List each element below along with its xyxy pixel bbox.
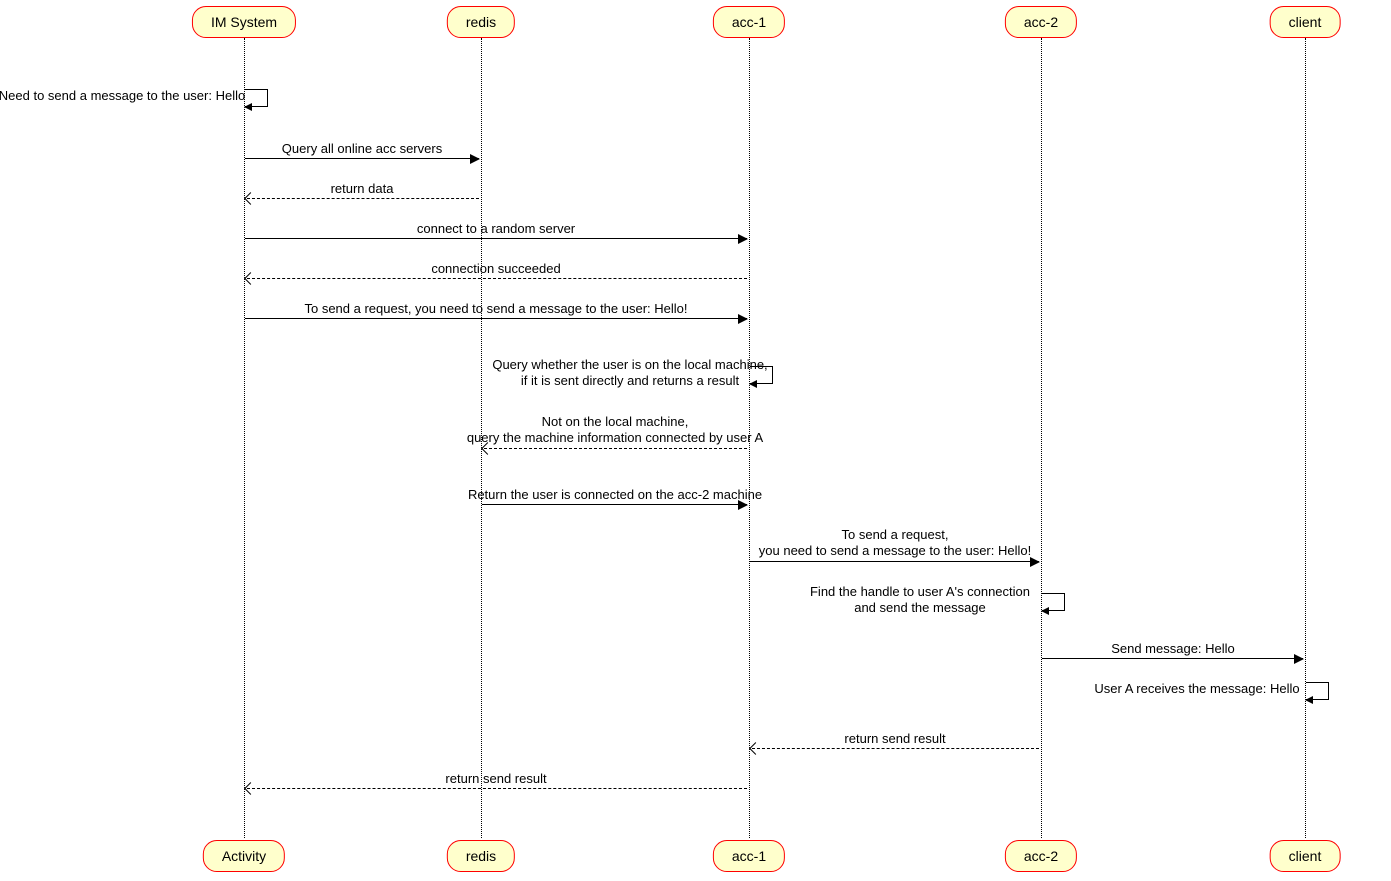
self-loop-m10 xyxy=(1042,593,1065,611)
self-loop-m12 xyxy=(1306,682,1329,700)
arrow-m7 xyxy=(484,448,747,449)
msg-not-local-l2: query the machine information connected … xyxy=(467,430,763,445)
msg-find-handle-l2: and send the message xyxy=(854,600,986,615)
msg-forward-l1: To send a request, xyxy=(842,527,949,542)
msg-find-handle-l1: Find the handle to user A's connection xyxy=(810,584,1030,599)
msg-query-local-l1: Query whether the user is on the local m… xyxy=(492,357,767,372)
msg-return-data: return data xyxy=(331,181,394,197)
msg-send-request-hello: To send a request, you need to send a me… xyxy=(304,301,687,317)
arrow-m11 xyxy=(1042,658,1303,659)
msg-connection-succeeded: connection succeeded xyxy=(431,261,560,277)
msg-query-online-servers: Query all online acc servers xyxy=(282,141,442,157)
msg-user-on-acc2: Return the user is connected on the acc-… xyxy=(468,487,762,503)
self-loop-m6 xyxy=(750,366,773,384)
participant-redis-bottom: redis xyxy=(447,840,515,872)
participant-acc2-bottom: acc-2 xyxy=(1005,840,1077,872)
arrow-m9 xyxy=(750,561,1039,562)
msg-connect-random: connect to a random server xyxy=(417,221,575,237)
msg-not-local-l1: Not on the local machine, xyxy=(542,414,689,429)
participant-client-bottom: client xyxy=(1270,840,1341,872)
arrow-m8 xyxy=(482,504,747,505)
participant-acc1-top: acc-1 xyxy=(713,6,785,38)
msg-find-handle: Find the handle to user A's connection a… xyxy=(810,584,1030,617)
self-loop-m0 xyxy=(245,89,268,107)
participant-im-system-top: IM System xyxy=(192,6,296,38)
msg-send-hello-client: Send message: Hello xyxy=(1111,641,1235,657)
msg-forward-request: To send a request, you need to send a me… xyxy=(759,527,1031,560)
participant-acc2-top: acc-2 xyxy=(1005,6,1077,38)
participant-client-top: client xyxy=(1270,6,1341,38)
msg-query-local-l2: if it is sent directly and returns a res… xyxy=(521,373,739,388)
msg-need-send-hello: Need to send a message to the user: Hell… xyxy=(0,88,245,104)
arrow-m3 xyxy=(245,238,747,239)
msg-return-result-1: return send result xyxy=(844,731,945,747)
lifeline-client xyxy=(1305,38,1306,838)
participant-redis-top: redis xyxy=(447,6,515,38)
msg-not-local-query: Not on the local machine, query the mach… xyxy=(467,414,763,447)
sequence-diagram: IM System redis acc-1 acc-2 client Activ… xyxy=(0,0,1391,881)
msg-forward-l2: you need to send a message to the user: … xyxy=(759,543,1031,558)
arrow-m14 xyxy=(247,788,747,789)
arrow-m13 xyxy=(752,748,1039,749)
arrow-m4 xyxy=(247,278,747,279)
arrow-m1 xyxy=(245,158,479,159)
msg-return-result-2: return send result xyxy=(445,771,546,787)
msg-user-receives: User A receives the message: Hello xyxy=(1094,681,1299,697)
msg-query-local-machine: Query whether the user is on the local m… xyxy=(492,357,767,390)
lifeline-acc-2 xyxy=(1041,38,1042,838)
arrow-m2 xyxy=(247,198,479,199)
participant-activity-bottom: Activity xyxy=(203,840,285,872)
arrow-m5 xyxy=(245,318,747,319)
participant-acc1-bottom: acc-1 xyxy=(713,840,785,872)
